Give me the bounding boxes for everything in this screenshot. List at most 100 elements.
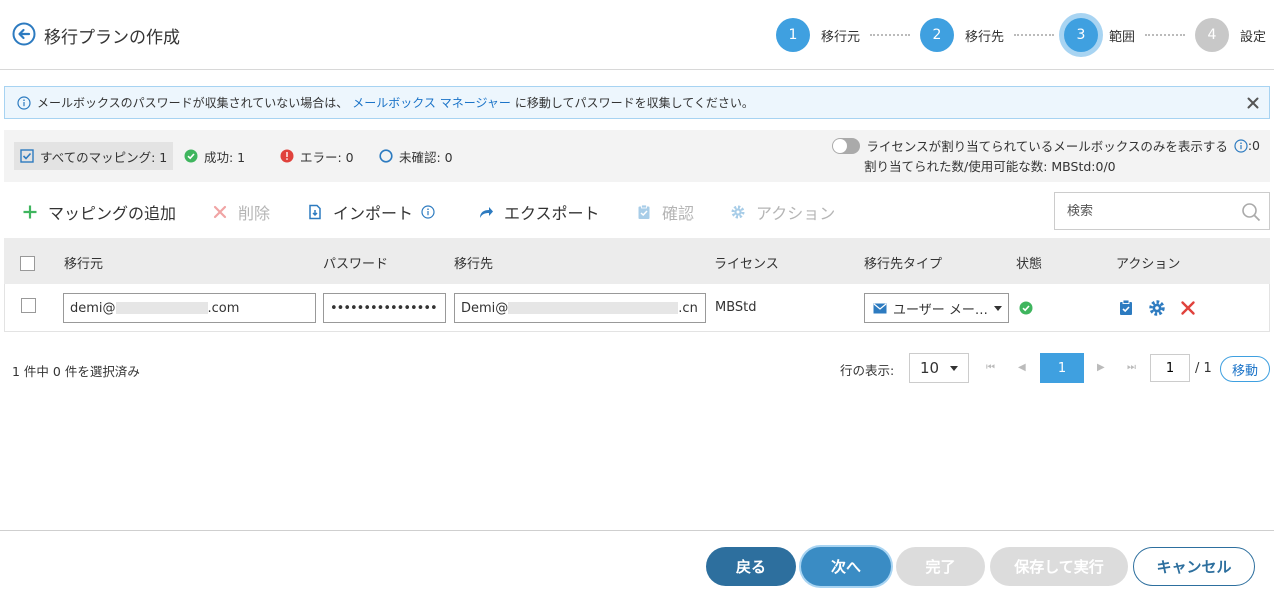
export-label: エクスポート [504, 204, 600, 223]
page-number-input[interactable] [1150, 354, 1190, 382]
first-page-icon[interactable]: ⏮ [986, 362, 995, 373]
plus-icon [23, 205, 37, 219]
back-arrow-icon[interactable] [12, 22, 36, 46]
info-icon [17, 95, 31, 110]
password-value: •••••••••••••••• [330, 300, 438, 316]
info-icon[interactable] [421, 205, 435, 219]
dest-type-value: ユーザー メー… [893, 302, 988, 318]
step-connector [1144, 34, 1185, 36]
step-label: 範囲 [1108, 29, 1135, 45]
mapping-table: 移行元 パスワード 移行先 ライセンス 移行先タイプ 状態 アクション demi… [4, 238, 1270, 332]
cancel-button[interactable]: キャンセル [1133, 547, 1255, 586]
selection-count: 1 件中 0 件を選択済み [12, 364, 140, 379]
clipboard-check-icon [638, 204, 650, 219]
dest-email-suffix: .cn [678, 300, 698, 316]
wizard-stepper: 1 移行元 2 移行先 3 範囲 4 設定 [775, 16, 1266, 54]
mail-icon [873, 303, 887, 313]
header-status[interactable]: 状態 [1016, 253, 1042, 272]
back-button[interactable]: 戻る [706, 547, 796, 586]
go-page-button[interactable]: 移動 [1220, 356, 1270, 382]
header-actions: アクション [1116, 257, 1181, 272]
banner-text: メールボックスのパスワードが収集されていない場合は、 [37, 96, 349, 110]
step-number: 4 [1194, 18, 1229, 52]
filter-error[interactable]: エラー: 0 [280, 142, 354, 170]
source-email-input[interactable]: demi@ .com [63, 293, 316, 323]
step-label: 設定 [1239, 29, 1266, 45]
delete-button[interactable]: 削除 [212, 200, 270, 224]
header-source[interactable]: 移行元 [64, 253, 103, 272]
dest-email-prefix: Demi@ [461, 300, 509, 316]
close-icon[interactable] [1245, 95, 1261, 111]
chevron-down-icon [994, 306, 1002, 311]
search-icon[interactable] [1241, 202, 1261, 222]
next-page-icon[interactable]: ▶ [1097, 362, 1105, 373]
rows-per-page-select[interactable]: 10 [909, 353, 969, 383]
step-destination[interactable]: 2 移行先 [919, 18, 1004, 52]
filter-success-label: 成功: 1 [204, 149, 246, 165]
delete-icon [213, 205, 227, 219]
status-success-icon [1019, 301, 1033, 315]
header-license[interactable]: ライセンス [714, 253, 779, 272]
step-label: 移行先 [964, 29, 1004, 45]
page-total: / 1 [1195, 361, 1212, 376]
current-page-button[interactable]: 1 [1040, 353, 1084, 383]
filter-error-label: エラー: 0 [300, 149, 354, 165]
rows-per-page-value: 10 [920, 359, 940, 377]
confirm-button[interactable]: 確認 [636, 200, 694, 224]
import-icon [309, 204, 321, 220]
search-input[interactable] [1067, 203, 1237, 219]
export-arrow-icon [480, 207, 493, 218]
row-checkbox[interactable] [21, 298, 36, 313]
license-toggle-label: ライセンスが割り当てられているメールボックスのみを表示する [866, 139, 1228, 154]
filter-all-label: すべてのマッピング: 1 [40, 149, 168, 165]
step-number: 3 [1063, 18, 1098, 52]
mailbox-manager-link[interactable]: メールボックス マネージャー [352, 94, 511, 111]
source-email-suffix: .com [207, 300, 240, 316]
step-scope[interactable]: 3 範囲 [1063, 18, 1135, 52]
next-button[interactable]: 次へ [801, 547, 891, 586]
delete-icon[interactable] [1180, 300, 1196, 316]
success-icon [184, 149, 198, 163]
prev-page-icon[interactable]: ◀ [1018, 362, 1026, 373]
header-dest-type[interactable]: 移行先タイプ [864, 253, 942, 272]
rows-per-page-label: 行の表示: [840, 363, 895, 378]
step-number: 2 [919, 18, 954, 52]
dest-type-select[interactable]: ユーザー メー… [864, 293, 1009, 323]
filter-success[interactable]: 成功: 1 [184, 142, 245, 170]
action-button[interactable]: アクション [730, 200, 835, 224]
search-box [1054, 192, 1270, 230]
license-toggle-count: :0 [1247, 138, 1260, 153]
delete-label: 削除 [238, 204, 271, 223]
license-count: 割り当てられた数/使用可能な数: MBStd:0/0 [864, 159, 1116, 174]
info-icon[interactable] [1234, 138, 1248, 153]
add-mapping-button[interactable]: マッピングの追加 [22, 200, 176, 224]
redacted-text [508, 302, 679, 314]
filter-all[interactable]: すべてのマッピング: 1 [14, 142, 174, 170]
header-destination[interactable]: 移行先 [454, 253, 493, 272]
finish-button[interactable]: 完了 [896, 547, 985, 586]
password-input[interactable]: •••••••••••••••• [323, 293, 446, 323]
export-button[interactable]: エクスポート [478, 200, 600, 224]
gear-icon [731, 205, 745, 219]
gear-icon[interactable] [1148, 299, 1166, 317]
step-connector [869, 34, 910, 36]
step-source[interactable]: 1 移行元 [775, 18, 860, 52]
destination-email-input[interactable]: Demi@ .cn [454, 293, 706, 323]
license-toggle-row: ライセンスが割り当てられているメールボックスのみを表示する :0 [832, 136, 1260, 155]
checklist-icon [20, 149, 34, 163]
import-label: インポート [333, 204, 414, 223]
banner-text: に移動してパスワードを収集してください。 [514, 96, 754, 110]
add-mapping-label: マッピングの追加 [48, 204, 177, 223]
unconfirmed-icon [379, 149, 393, 163]
footer: 戻る 次へ 完了 保存して実行 キャンセル [0, 530, 1274, 596]
last-page-icon[interactable]: ⏭ [1127, 362, 1136, 373]
clipboard-check-icon[interactable] [1118, 299, 1134, 316]
license-only-toggle[interactable] [832, 137, 861, 154]
select-all-checkbox[interactable] [20, 256, 35, 271]
header-password[interactable]: パスワード [323, 253, 388, 272]
redacted-text [115, 302, 208, 314]
save-and-run-button[interactable]: 保存して実行 [990, 547, 1128, 586]
step-settings[interactable]: 4 設定 [1194, 18, 1266, 52]
filter-unconfirmed[interactable]: 未確認: 0 [379, 142, 453, 170]
import-button[interactable]: インポート [307, 200, 435, 224]
